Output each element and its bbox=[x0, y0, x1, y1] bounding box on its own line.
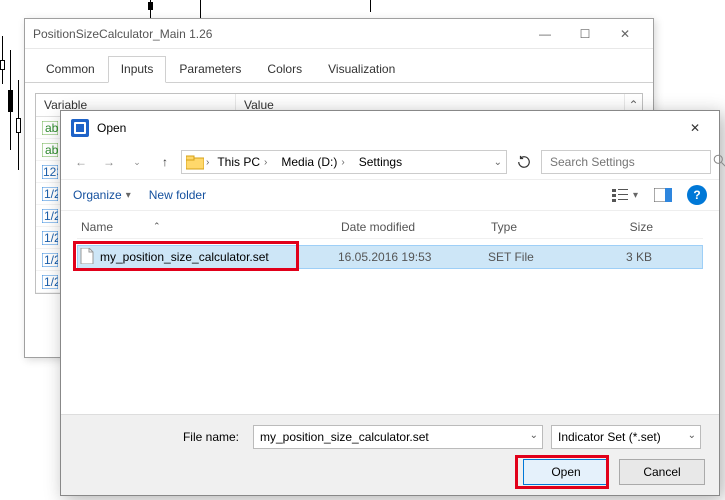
file-size: 3 KB bbox=[598, 250, 658, 264]
svg-text:1/2: 1/2 bbox=[44, 253, 58, 267]
chevron-right-icon[interactable]: › bbox=[206, 157, 209, 168]
breadcrumb-item[interactable]: Media (D:)› bbox=[275, 153, 350, 171]
chevron-down-icon[interactable]: ⌄ bbox=[530, 430, 538, 441]
breadcrumb-item[interactable]: Settings bbox=[353, 153, 408, 171]
param-fraction-icon: 1/2 bbox=[40, 209, 60, 223]
organize-menu[interactable]: Organize ▾ bbox=[73, 188, 131, 202]
file-icon bbox=[80, 248, 94, 267]
file-list: Name⌃ Date modified Type Size my_positio… bbox=[61, 211, 719, 273]
tab-inputs[interactable]: Inputs bbox=[108, 56, 167, 83]
help-icon[interactable]: ? bbox=[687, 185, 707, 205]
dialog-footer: File name: my_position_size_calculator.s… bbox=[61, 414, 719, 495]
column-header-date[interactable]: Date modified bbox=[337, 218, 487, 236]
param-string-icon: ab bbox=[40, 121, 60, 135]
open-dialog-icon bbox=[71, 119, 89, 137]
list-header: Name⌃ Date modified Type Size bbox=[77, 215, 703, 239]
open-dialog-title: Open bbox=[97, 121, 677, 135]
svg-text:ab: ab bbox=[45, 121, 58, 135]
column-header-name[interactable]: Name⌃ bbox=[77, 218, 337, 236]
preview-pane-button[interactable] bbox=[649, 184, 677, 206]
file-type: SET File bbox=[488, 250, 598, 264]
tab-visualization[interactable]: Visualization bbox=[315, 56, 408, 83]
file-type-filter[interactable]: Indicator Set (*.set) ⌄ bbox=[551, 425, 701, 449]
tab-parameters[interactable]: Parameters bbox=[166, 56, 254, 83]
svg-text:1/2: 1/2 bbox=[44, 187, 58, 201]
chevron-down-icon[interactable]: ⌄ bbox=[494, 157, 502, 168]
sort-ascending-icon: ⌃ bbox=[153, 221, 161, 232]
close-button[interactable]: ✕ bbox=[605, 22, 645, 46]
toolbar: Organize ▾ New folder ▾ ? bbox=[61, 179, 719, 211]
filename-input[interactable]: my_position_size_calculator.set ⌄ bbox=[253, 425, 543, 449]
cancel-button[interactable]: Cancel bbox=[619, 459, 705, 485]
view-options-button[interactable]: ▾ bbox=[611, 184, 639, 206]
tab-colors[interactable]: Colors bbox=[254, 56, 315, 83]
column-header-size[interactable]: Size bbox=[597, 218, 657, 236]
nav-recent-dropdown[interactable]: ⌄ bbox=[125, 150, 149, 174]
param-fraction-icon: 1/2 bbox=[40, 253, 60, 267]
navigation-bar: ← → ⌄ ↑ › This PC› Media (D:)› Settings … bbox=[61, 145, 719, 179]
file-date: 16.05.2016 19:53 bbox=[338, 250, 488, 264]
breadcrumb-item[interactable]: This PC› bbox=[211, 153, 273, 171]
open-file-dialog: Open ✕ ← → ⌄ ↑ › This PC› Media (D:)› Se… bbox=[60, 110, 720, 496]
column-header-type[interactable]: Type bbox=[487, 218, 597, 236]
dialog-titlebar: PositionSizeCalculator_Main 1.26 — ☐ ✕ bbox=[25, 19, 653, 49]
new-folder-button[interactable]: New folder bbox=[149, 188, 206, 202]
search-input[interactable] bbox=[541, 150, 711, 174]
dialog-title: PositionSizeCalculator_Main 1.26 bbox=[33, 27, 525, 41]
nav-forward-button: → bbox=[97, 150, 121, 174]
address-bar[interactable]: › This PC› Media (D:)› Settings ⌄ bbox=[181, 150, 507, 174]
file-row[interactable]: my_position_size_calculator.set 16.05.20… bbox=[77, 245, 703, 269]
param-fraction-icon: 1/2 bbox=[40, 231, 60, 245]
svg-text:1/2: 1/2 bbox=[44, 275, 58, 289]
svg-text:1/2: 1/2 bbox=[44, 209, 58, 223]
folder-icon bbox=[186, 154, 204, 170]
file-name: my_position_size_calculator.set bbox=[100, 250, 269, 264]
minimize-button[interactable]: — bbox=[525, 22, 565, 46]
svg-text:123: 123 bbox=[43, 165, 58, 179]
nav-back-button[interactable]: ← bbox=[69, 150, 93, 174]
search-field[interactable] bbox=[548, 154, 707, 170]
maximize-button[interactable]: ☐ bbox=[565, 22, 605, 46]
nav-up-button[interactable]: ↑ bbox=[153, 150, 177, 174]
tabbar: Common Inputs Parameters Colors Visualiz… bbox=[25, 55, 653, 83]
search-icon bbox=[713, 154, 725, 170]
refresh-button[interactable] bbox=[511, 150, 537, 174]
param-fraction-icon: 1/2 bbox=[40, 187, 60, 201]
close-icon[interactable]: ✕ bbox=[677, 115, 713, 141]
param-int-icon: 123 bbox=[40, 165, 60, 179]
open-button[interactable]: Open bbox=[523, 459, 609, 485]
chevron-down-icon[interactable]: ⌄ bbox=[688, 430, 696, 441]
param-string-icon: ab bbox=[40, 143, 60, 157]
svg-text:1/2: 1/2 bbox=[44, 231, 58, 245]
tab-common[interactable]: Common bbox=[33, 56, 108, 83]
svg-text:ab: ab bbox=[45, 143, 58, 157]
param-fraction-icon: 1/2 bbox=[40, 275, 60, 289]
open-dialog-titlebar: Open ✕ bbox=[61, 111, 719, 145]
filename-label: File name: bbox=[75, 430, 245, 444]
